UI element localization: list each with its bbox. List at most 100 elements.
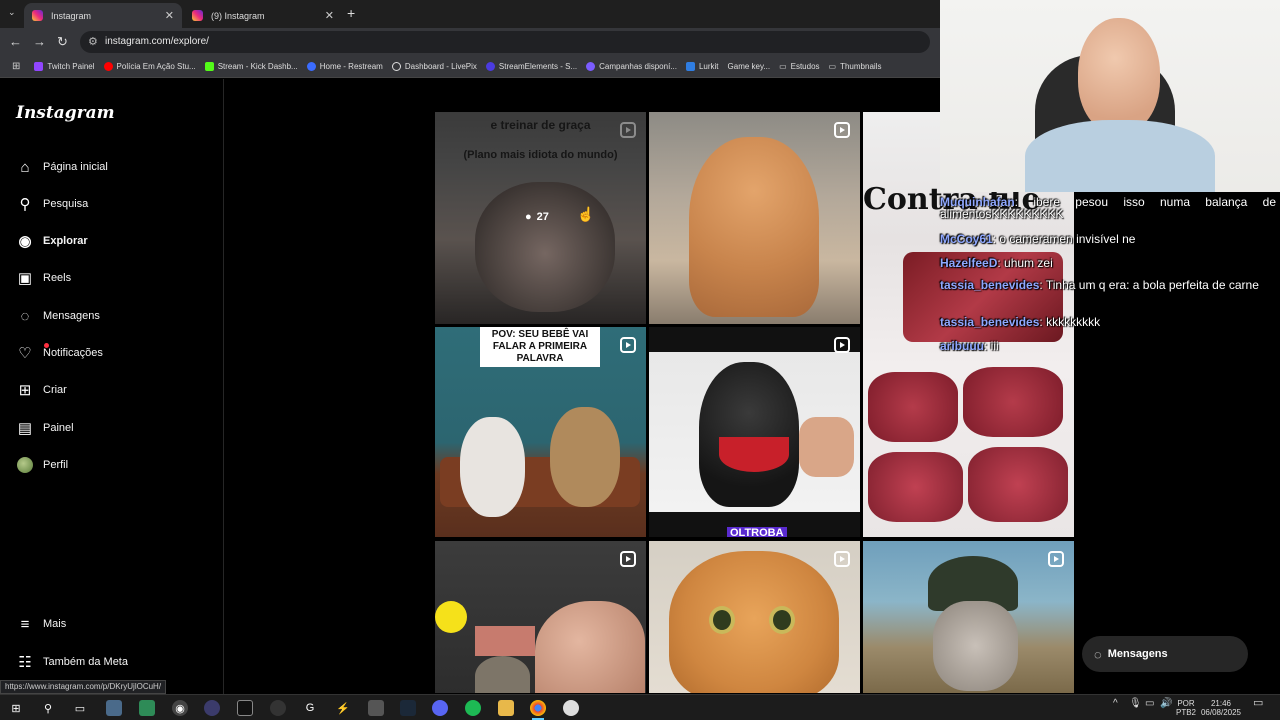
tab-title: (9) Instagram [211,10,265,21]
heart-icon: ♡ [18,345,32,362]
spotify-icon[interactable] [465,700,481,716]
volume-icon[interactable]: 🔊 [1160,699,1172,709]
app-icon-circle[interactable] [204,700,220,716]
close-tab-icon[interactable]: ✕ [165,9,174,22]
clock[interactable]: 21:46 06/08/2025 [1200,699,1242,717]
chat-message: tassia_benevides: Tinha um q era: a bola… [940,278,1259,292]
nav-home[interactable]: ⌂ Página inicial [16,155,107,179]
windows-start-icon[interactable]: ⊞ [8,700,24,716]
steam-like-icon[interactable] [270,700,286,716]
hand-cursor-icon: ☝ [577,206,595,222]
explore-post-1[interactable]: e treinar de graça (Plano mais idiota do… [435,112,646,324]
search-icon[interactable]: ⚲ [40,700,56,716]
messages-button[interactable]: ◌ Mensagens [1082,636,1248,672]
explore-post-8[interactable] [863,541,1074,693]
reload-icon[interactable]: ↻ [57,34,68,50]
bookmark-kick[interactable]: Stream - Kick Dashb... [204,62,298,71]
explore-post-5[interactable]: OLTROBA [649,327,860,537]
forward-icon[interactable]: → [33,34,46,49]
campaigns-icon [586,62,596,71]
comment-count: ● 27 [525,211,549,223]
nav-search[interactable]: ⚲ Pesquisa [16,192,89,216]
app-icon-yellow[interactable]: ⚡ [335,700,351,716]
discord-icon[interactable] [432,700,448,716]
nav-create[interactable]: ⊞ Criar [16,378,67,402]
comment-bubble-icon: ● [525,211,532,223]
nav-meta[interactable]: ☷ Também da Meta [16,650,128,674]
bookmarks-bar: ⊞ Twitch Painel Polícia Em Ação Stu... S… [0,56,940,78]
chat-message: HazelfeeD: uhum zei [940,256,1053,270]
explore-post-6[interactable] [435,541,646,693]
reel-icon [620,337,636,353]
explore-post-7[interactable] [649,541,860,693]
tab-instagram-2[interactable]: (9) Instagram ✕ [184,3,342,28]
obs-icon[interactable]: ◉ [172,700,188,716]
reel-icon [834,337,850,353]
file-manager-icon[interactable] [106,700,122,716]
chat-message: tassia_benevides: kkkkkkkkk [940,315,1101,329]
search-icon: ⚲ [19,196,31,213]
steak-3 [868,452,963,522]
close-tab-icon[interactable]: ✕ [325,9,334,22]
bookmark-restream[interactable]: Home - Restream [306,62,383,71]
nav-dashboard[interactable]: ▤ Painel [16,416,74,440]
back-icon[interactable]: ← [9,34,22,49]
instagram-logo[interactable]: Instagram [16,103,115,123]
youtube-icon [103,62,113,71]
task-view-icon[interactable]: ▭ [72,700,88,716]
nav-more[interactable]: ≡ Mais [16,612,67,636]
new-tab-button[interactable]: + [347,5,355,21]
nav-profile[interactable]: Perfil [16,453,68,477]
nav-messages[interactable]: ◌ Mensagens [16,304,100,328]
tab-title: Instagram [51,10,92,21]
app-icon-white[interactable] [563,700,579,716]
bookmark-lurkit[interactable]: Lurkit [685,62,719,71]
nav-explore[interactable]: ◉ Explorar [16,229,87,253]
bookmark-folder-thumbnails[interactable]: ▭ Thumbnails [829,62,882,71]
notification-center-icon[interactable]: ▭ [1253,698,1263,709]
reel-icon [1048,551,1064,567]
bookmark-twitch-painel[interactable]: Twitch Painel [34,62,95,71]
bookmark-campanhas[interactable]: Campanhas disponí... [586,62,677,71]
livepix-icon [391,62,401,71]
network-icon[interactable]: ▭ [1145,699,1154,709]
chrome-icon[interactable] [530,700,546,716]
bookmark-game-key[interactable]: Game key... [728,62,771,71]
microphone-icon[interactable]: 🎙 [1129,699,1142,709]
twitch-icon [34,62,44,71]
folder-icon[interactable] [498,700,514,716]
streamelements-icon [485,62,495,71]
app-icon-green[interactable] [139,700,155,716]
app-icon-g[interactable]: G [302,700,318,716]
nav-notifications[interactable]: ♡ Notificações [16,341,103,365]
site-info-icon[interactable]: ⚙ [88,35,98,48]
address-bar[interactable]: ⚙ instagram.com/explore/ [80,31,930,53]
language-indicator[interactable]: POR PTB2 [1176,699,1196,717]
bookmark-policia[interactable]: Polícia Em Ação Stu... [103,62,196,71]
lurkit-icon [685,62,695,71]
tab-search-chevron-icon[interactable]: ⌄ [8,7,16,18]
bookmark-streamelements[interactable]: StreamElements - S... [485,62,577,71]
tray-chevron-icon[interactable]: ^ [1113,699,1118,709]
bookmark-livepix[interactable]: Dashboard - LivePix [391,62,477,71]
post-caption-bottom: OLTROBA [727,527,787,537]
explore-post-2[interactable] [649,112,860,324]
bookmark-folder-estudos[interactable]: ▭ Estudos [779,62,819,71]
yellow-logo-sticker [435,601,467,633]
app-icon-cube[interactable] [368,700,384,716]
nav-reels[interactable]: ▣ Reels [16,266,71,290]
chat-message: Muquinhafan: ibere pesou isso numa balan… [940,195,1276,221]
folder-icon: ▭ [779,62,787,71]
meta-icon: ☷ [18,654,32,671]
black-cat-image [699,362,799,507]
capcut-icon[interactable] [237,700,253,716]
tab-instagram[interactable]: Instagram ✕ [24,3,182,28]
explore-post-4[interactable]: POV: SEU BEBÊ VAI FALAR A PRIMEIRA PALAV… [435,327,646,537]
plus-square-icon: ⊞ [18,382,32,399]
url-text: instagram.com/explore/ [105,36,209,47]
apps-grid-icon[interactable]: ⊞ [12,61,20,72]
orange-cat-image [689,137,819,317]
chat-message: McCoy61: o cameramen invisível ne [940,232,1136,246]
webcam-overlay [940,0,1280,192]
steam-icon[interactable] [400,700,416,716]
